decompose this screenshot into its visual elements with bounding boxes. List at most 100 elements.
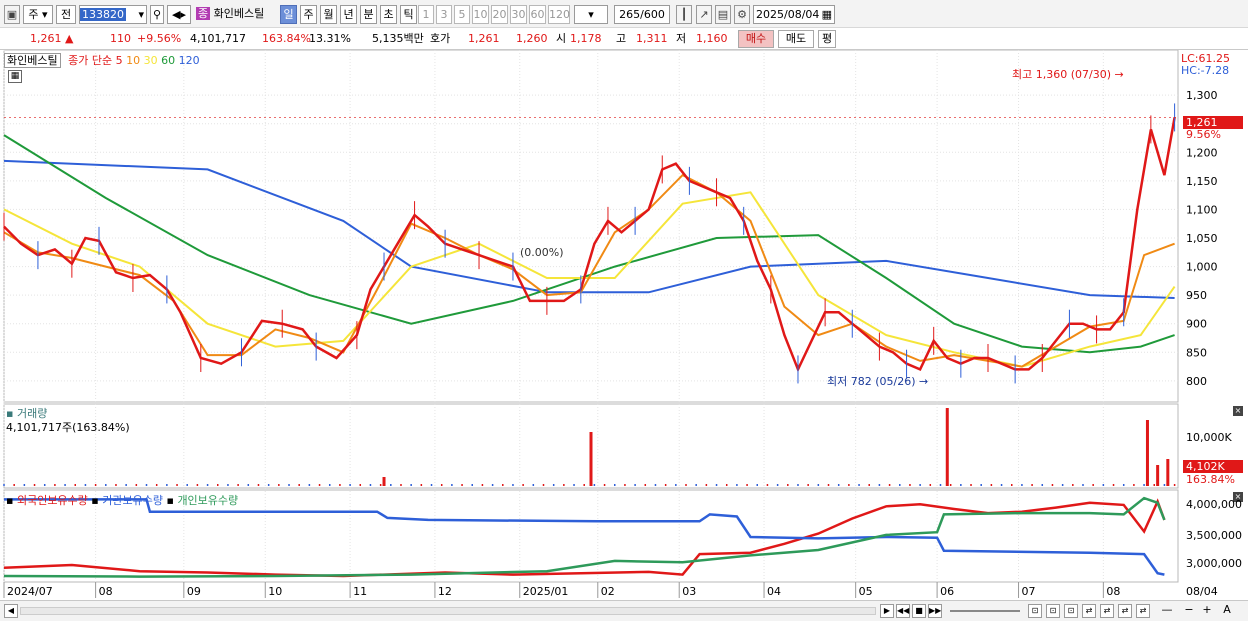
x-axis-label: 12 [438,585,452,598]
tool-icon-1[interactable]: ⊡ [1028,604,1042,618]
tool-icon-2[interactable]: ⊡ [1046,604,1060,618]
market-label: 주 [28,8,39,21]
low-annotation: 최저 782 (05/26) → [827,375,929,388]
price-legend: 화인베스틸 종가 단순 5 10 30 60 120 [4,52,200,68]
high-price: 1,311 [636,32,668,45]
minute-tab-30[interactable]: 30 [510,5,527,24]
ma-period-list: 5 10 30 60 120 [116,54,200,67]
calendar-icon[interactable]: ▦ [822,6,832,23]
code-input[interactable]: 133820 ▾ [79,5,147,24]
minute-tab-10[interactable]: 10 [472,5,489,24]
sell-button[interactable]: 매도 [778,30,814,48]
stop-icon[interactable]: ■ [912,604,926,618]
tool-icon-3[interactable]: ⊡ [1064,604,1078,618]
count-value: 265 [619,8,641,21]
change-rate: +9.56% [137,32,182,45]
period-tab-1[interactable]: 주 [300,5,317,24]
stock-name-box[interactable]: 종 화인베스틸 [196,5,276,24]
price-ytick-label: 1,050 [1186,232,1218,245]
ma-period-10: 10 [122,54,141,67]
high-note-text: 최고 1,360 (07/30) [1012,68,1112,81]
period-tab-3[interactable]: 년 [340,5,357,24]
x-axis-label: 04 [767,585,781,598]
prev-toggle[interactable]: 전 [56,5,76,24]
draw-icon[interactable]: ↗ [696,5,712,24]
minus-icon[interactable]: − [1182,604,1196,618]
period-tab-0[interactable]: 일 [280,5,297,24]
save-icon[interactable]: ▤ [715,5,731,24]
ma-period-30: 30 [140,54,158,67]
candle-icon[interactable]: ┃ [676,5,692,24]
chevron-down-icon[interactable]: ▾ [138,6,144,23]
x-axis-label: 2024/07 [7,585,53,598]
volume-badge: 4,102K [1183,460,1243,473]
scroll-left-icon[interactable]: ◀ [4,604,18,618]
high-annotation: 최고 1,360 (07/30) → [1012,68,1124,81]
period-tab-2[interactable]: 월 [320,5,337,24]
volume-badge-pct: 163.84% [1186,473,1235,486]
price-ytick-label: 1,100 [1186,203,1218,216]
tool-icon-5[interactable]: ⇄ [1100,604,1114,618]
hoga-ask: 1,261 [468,32,500,45]
scroll-track[interactable] [20,607,876,615]
institution-legend: 기관보유수량 [102,494,163,507]
scroll-right-icon[interactable]: ▶ [880,604,894,618]
average-button[interactable]: 평 [818,30,836,48]
x-axis-label: 08 [1106,585,1120,598]
table-icon[interactable]: ▦ [8,70,22,83]
x-axis-label: 03 [682,585,696,598]
minute-tab-120[interactable]: 120 [548,5,570,24]
minute-tab-60[interactable]: 60 [529,5,546,24]
zoom-slider[interactable] [950,610,1020,612]
sound-icon[interactable]: ◀▸ [167,5,191,24]
price-ytick-label: 1,200 [1186,146,1218,159]
price-badge-pct: 9.56% [1186,128,1221,141]
minute-tab-5[interactable]: 5 [454,5,470,24]
tool-icon-4[interactable]: ⇄ [1082,604,1096,618]
market-select[interactable]: 주 ▾ [23,5,53,24]
minute-tab-1[interactable]: 1 [418,5,434,24]
x-axis-label: 05 [859,585,873,598]
minute-tab-3[interactable]: 3 [436,5,452,24]
price-ytick-label: 1,150 [1186,175,1218,188]
period-tab-6[interactable]: 틱 [400,5,417,24]
low-price: 1,160 [696,32,728,45]
x-axis-label: 08 [99,585,113,598]
rewind-icon[interactable]: ◀◀ [896,604,910,618]
minute-tab-20[interactable]: 20 [491,5,508,24]
name-chip: 종 [196,7,211,20]
minute-select[interactable]: ▾ [574,5,608,24]
window-icon[interactable]: ▣ [4,5,20,24]
plus-icon[interactable]: + [1200,604,1214,618]
period-tab-4[interactable]: 분 [360,5,377,24]
bottom-scroll-bar: ◀ ▶ ◀◀ ■ ▶▶ ⊡ ⊡ ⊡ ⇄ ⇄ ⇄ ⇄ — − + A [0,600,1248,621]
tool-icon-7[interactable]: ⇄ [1136,604,1150,618]
tool-icon-6[interactable]: ⇄ [1118,604,1132,618]
date-input[interactable]: 2025/08/04 ▦ [753,5,835,24]
current-price: 1,261 ▲ [30,32,74,45]
price-ytick-label: 1,000 [1186,261,1218,274]
count-input[interactable]: 265/600 [614,5,670,24]
search-icon[interactable]: ⚲ [150,5,164,24]
font-size-icon[interactable]: A [1220,604,1234,618]
price-ytick-label: 850 [1186,346,1207,359]
buy-button[interactable]: 매수 [738,30,774,48]
mid-annotation: (0.00%) [520,246,564,259]
holding-ytick-4m: 4,000,000 [1186,498,1242,511]
holding-ytick-3m: 3,000,000 [1186,557,1242,570]
chart-area[interactable]: 1,3001,2501,2001,1501,1001,0501,00095090… [0,50,1248,600]
hoga-bid: 1,260 [516,32,548,45]
hc-value: HC:-7.28 [1181,64,1230,77]
period-tab-5[interactable]: 초 [380,5,397,24]
trade-amount: 5,135백만 [372,32,424,45]
x-axis-label: 2025/01 [523,585,569,598]
gear-icon[interactable]: ⚙ [734,5,750,24]
close-icon[interactable]: × [1233,406,1243,416]
zoom-out-icon[interactable]: — [1160,604,1174,618]
hoga-label: 호가 [430,32,451,45]
price-ytick-label: 950 [1186,289,1207,302]
quote-bar: 1,261 ▲ 110 +9.56% 4,101,717 163.84% 13.… [0,28,1248,50]
low-note-text: 최저 782 (05/26) [827,375,916,388]
fast-forward-icon[interactable]: ▶▶ [928,604,942,618]
turnover-rate: 13.31% [309,32,351,45]
